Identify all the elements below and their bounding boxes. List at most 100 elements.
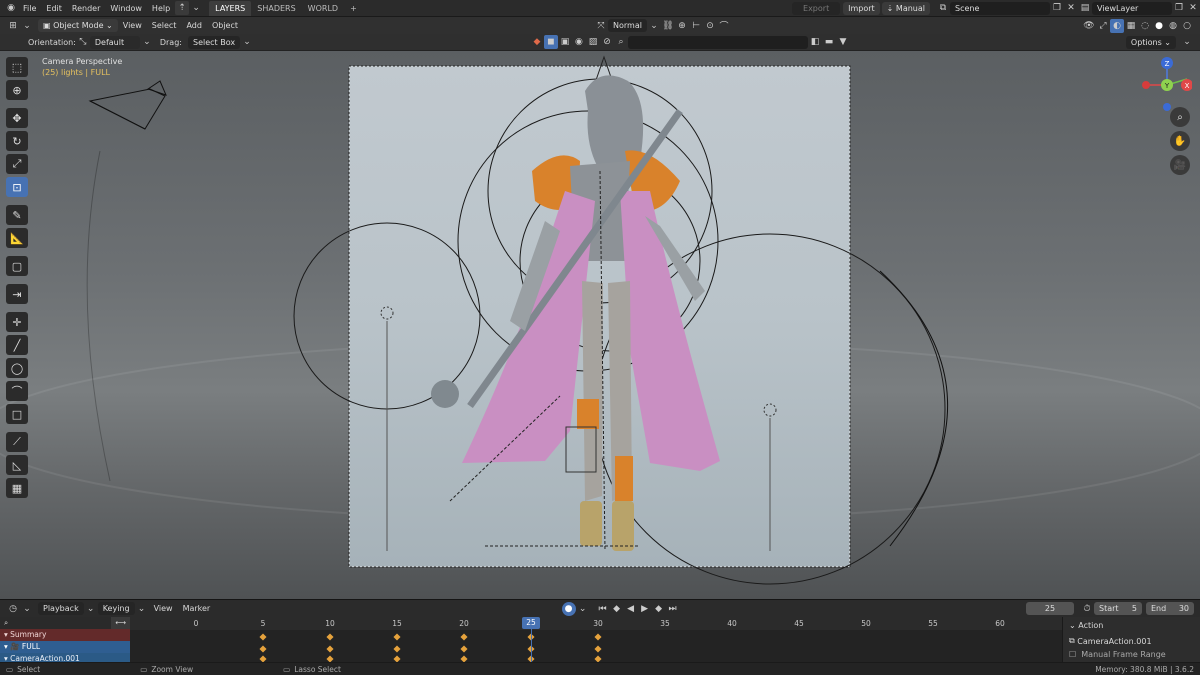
sort-icon[interactable]: ▬ — [822, 35, 836, 49]
add-curve-tool-icon[interactable]: ⌒ — [6, 381, 28, 401]
end-frame-field[interactable]: End 30 — [1146, 602, 1194, 615]
current-frame-indicator[interactable]: 25 — [522, 617, 540, 629]
chevron-down-icon[interactable]: ⌄ — [1180, 35, 1194, 49]
transform-orientation-icon[interactable]: ⤧ — [594, 19, 608, 33]
scene-field[interactable]: Scene — [950, 1, 1050, 15]
select-box-tool-icon[interactable]: ⬚ — [6, 57, 28, 77]
import-button[interactable]: Import — [843, 1, 880, 15]
rotate-tool-icon[interactable]: ↻ — [6, 131, 28, 151]
keyframe[interactable] — [594, 633, 602, 641]
menu-edit[interactable]: Edit — [41, 0, 67, 17]
keyframe[interactable] — [259, 645, 267, 653]
keyframe-row-camera[interactable] — [130, 654, 1062, 663]
keyframe[interactable] — [393, 633, 401, 641]
filter-empty-icon[interactable]: ⊘ — [600, 35, 614, 49]
editor-type-icon[interactable]: ⊞ — [6, 19, 20, 33]
add-grid-tool-icon[interactable]: ▦ — [6, 478, 28, 498]
jump-start-icon[interactable]: ⏮ — [596, 602, 610, 616]
action-header[interactable]: ⌄ Action — [1063, 617, 1200, 634]
annotate-tool-icon[interactable]: ✎ — [6, 205, 28, 225]
swap-icon[interactable]: ⟷ — [111, 617, 130, 629]
filter-mesh-icon[interactable]: ◆ — [530, 35, 544, 49]
keyframe[interactable] — [259, 633, 267, 641]
pan-hand-icon[interactable]: ✋ — [1170, 131, 1190, 151]
menu-marker[interactable]: Marker — [178, 600, 216, 617]
material-shading-icon[interactable]: ◍ — [1166, 19, 1180, 33]
export-button[interactable]: Export — [792, 1, 841, 15]
transform-tool-icon[interactable]: ⊡ — [6, 177, 28, 197]
channel-search-row[interactable]: ⌕ ⟷ — [0, 617, 130, 629]
keyframe[interactable] — [594, 645, 602, 653]
overlays-icon[interactable]: ◐ — [1110, 18, 1125, 33]
rendered-shading-icon[interactable]: ○ — [1180, 19, 1194, 33]
snap-icon[interactable]: ⊕ — [675, 19, 689, 33]
add-bone-tool-icon[interactable]: ⟋ — [6, 432, 28, 452]
keyframe[interactable] — [326, 645, 334, 653]
close-view-layer-icon[interactable]: ✕ — [1186, 1, 1200, 15]
chevron-down-icon[interactable]: ⌄ — [189, 1, 203, 15]
keyframe[interactable] — [393, 654, 401, 663]
filter-camera-icon[interactable]: ▣ — [558, 35, 572, 49]
zoom-icon[interactable]: ⌕ — [1170, 107, 1190, 127]
bookmark-icon[interactable]: ◧ — [808, 35, 822, 49]
stopwatch-icon[interactable]: ⏱ — [1080, 602, 1094, 616]
prev-keyframe-icon[interactable]: ◆ — [610, 602, 624, 616]
menu-object[interactable]: Object — [207, 17, 243, 34]
scene-icon[interactable]: ⧉ — [936, 1, 950, 15]
view-layer-icon[interactable]: ▤ — [1078, 1, 1092, 15]
filter-light-icon[interactable]: ◉ — [572, 35, 586, 49]
navigation-gizmo[interactable]: Z Y X — [1142, 55, 1192, 115]
play-reverse-icon[interactable]: ◀ — [624, 602, 638, 616]
channel-full[interactable]: ▾ 🎥 FULL — [0, 641, 130, 653]
keyframe-row-full[interactable] — [130, 643, 1062, 655]
keying-menu[interactable]: Keying — [97, 602, 135, 615]
next-keyframe-icon[interactable]: ◆ — [652, 602, 666, 616]
gizmo-icon[interactable]: ⤢ — [1096, 19, 1110, 33]
close-scene-icon[interactable]: ✕ — [1064, 1, 1078, 15]
falloff-icon[interactable]: ⌒ — [717, 19, 731, 33]
scale-tool-icon[interactable]: ⤢ — [6, 154, 28, 174]
chevron-down-icon[interactable]: ⌄ — [135, 602, 149, 616]
cursor-tool-icon[interactable]: ⊕ — [6, 80, 28, 100]
chevron-down-icon[interactable]: ⌄ — [84, 602, 98, 616]
add-point-tool-icon[interactable]: ✛ — [6, 312, 28, 332]
add-plane-tool-icon[interactable]: ◺ — [6, 455, 28, 475]
keyframe[interactable] — [259, 654, 267, 663]
tab-shaders[interactable]: SHADERS — [251, 1, 301, 16]
wireframe-shading-icon[interactable]: ◌ — [1138, 19, 1152, 33]
camera-view-icon[interactable]: 🎥 — [1170, 155, 1190, 175]
orientation-select[interactable]: Default — [89, 35, 140, 49]
xray-icon[interactable]: ▦ — [1124, 19, 1138, 33]
current-frame-field[interactable]: 25 — [1026, 602, 1074, 615]
timeline-editor-icon[interactable]: ◷ — [6, 602, 20, 616]
visibility-icon[interactable]: 👁 — [1082, 19, 1096, 33]
upload-icon[interactable]: ⇡ — [175, 1, 190, 15]
3d-viewport[interactable]: Camera Perspective (25) lights | FULL ⬚ … — [0, 51, 1200, 599]
menu-file[interactable]: File — [18, 0, 41, 17]
jump-end-icon[interactable]: ⏭ — [666, 602, 680, 616]
keyframe[interactable] — [393, 645, 401, 653]
menu-help[interactable]: Help — [147, 0, 175, 17]
keyframe-row-summary[interactable] — [130, 631, 1062, 643]
frame-ruler[interactable]: 0 5 10 15 20 25 30 35 40 45 50 55 60 — [130, 617, 1062, 630]
copy-view-layer-icon[interactable]: ❐ — [1172, 1, 1186, 15]
chevron-down-icon[interactable]: ⌄ — [576, 602, 590, 616]
add-line-tool-icon[interactable]: ╱ — [6, 335, 28, 355]
transform-pivot-select[interactable]: Normal — [608, 19, 647, 32]
dopesheet[interactable]: ⌕ ⟷ ▾ Summary ▾ 🎥 FULL ▾ CameraAction.00… — [0, 617, 1200, 665]
filter-object-icon[interactable]: ◼ — [543, 35, 558, 49]
menu-view[interactable]: View — [149, 600, 178, 617]
action-row[interactable]: ⧉ CameraAction.001 — [1063, 634, 1200, 648]
keyframe[interactable] — [326, 654, 334, 663]
keyframe[interactable] — [460, 654, 468, 663]
menu-window[interactable]: Window — [105, 0, 147, 17]
search-icon[interactable]: ⌕ — [614, 35, 628, 49]
tab-world[interactable]: WORLD — [302, 1, 344, 16]
measure-tool-icon[interactable]: 📐 — [6, 228, 28, 248]
drag-select[interactable]: Select Box — [187, 35, 241, 49]
add-square-tool-icon[interactable]: □ — [6, 404, 28, 424]
menu-render[interactable]: Render — [67, 0, 105, 17]
link-icon[interactable]: ⛓ — [661, 19, 675, 33]
chevron-down-icon[interactable]: ⌄ — [647, 19, 661, 33]
keyframe[interactable] — [460, 645, 468, 653]
